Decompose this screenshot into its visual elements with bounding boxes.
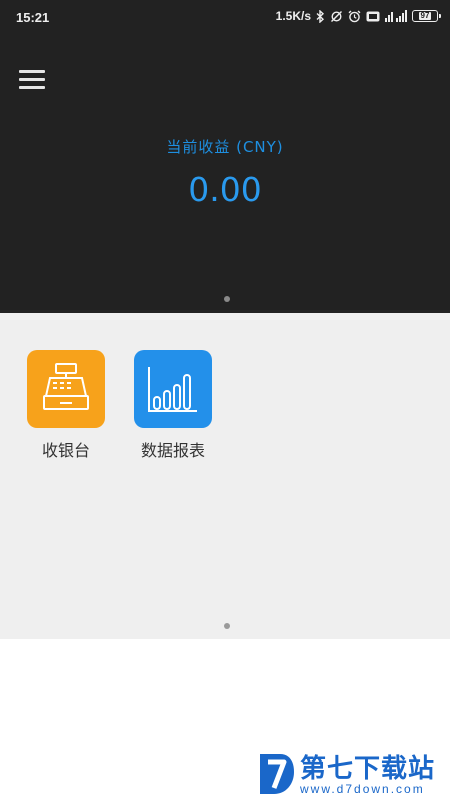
- watermark: 第七下载站 www.d7down.com: [254, 748, 450, 800]
- grid-page-dot: [224, 623, 230, 629]
- alarm-icon: [348, 9, 361, 23]
- app-grid: 收银台 数据报表: [0, 313, 450, 639]
- battery-level: 97: [418, 11, 432, 20]
- status-icons: 1.5K/s 97: [275, 9, 441, 23]
- bar-chart-icon: [134, 350, 212, 428]
- network-speed: 1.5K/s: [275, 9, 311, 23]
- watermark-url: www.d7down.com: [300, 782, 425, 796]
- header-page-dot: [224, 296, 230, 302]
- cash-register-icon: [27, 350, 105, 428]
- earnings-label: 当前收益 (CNY): [166, 138, 284, 156]
- app-item-data-report[interactable]: 数据报表: [128, 350, 218, 461]
- bluetooth-icon: [316, 9, 325, 23]
- d7-logo-icon: [256, 750, 296, 802]
- battery-icon: 97: [412, 10, 441, 22]
- hd-icon: [366, 11, 380, 22]
- app-item-cashier[interactable]: 收银台: [21, 350, 111, 461]
- earnings-value: 0.00: [188, 170, 262, 209]
- status-bar: 15:21 1.5K/s 97: [0, 0, 450, 36]
- status-time: 15:21: [16, 10, 50, 25]
- watermark-title: 第七下载站: [300, 754, 436, 784]
- app-label-cashier: 收银台: [41, 441, 90, 460]
- app-label-data-report: 数据报表: [140, 441, 205, 460]
- signal-icon: [385, 10, 407, 22]
- header-panel: 15:21 1.5K/s 97 当前收益 (CNY) 0.00: [0, 0, 450, 313]
- sync-off-icon: [330, 10, 343, 23]
- hamburger-menu-icon[interactable]: [19, 69, 45, 91]
